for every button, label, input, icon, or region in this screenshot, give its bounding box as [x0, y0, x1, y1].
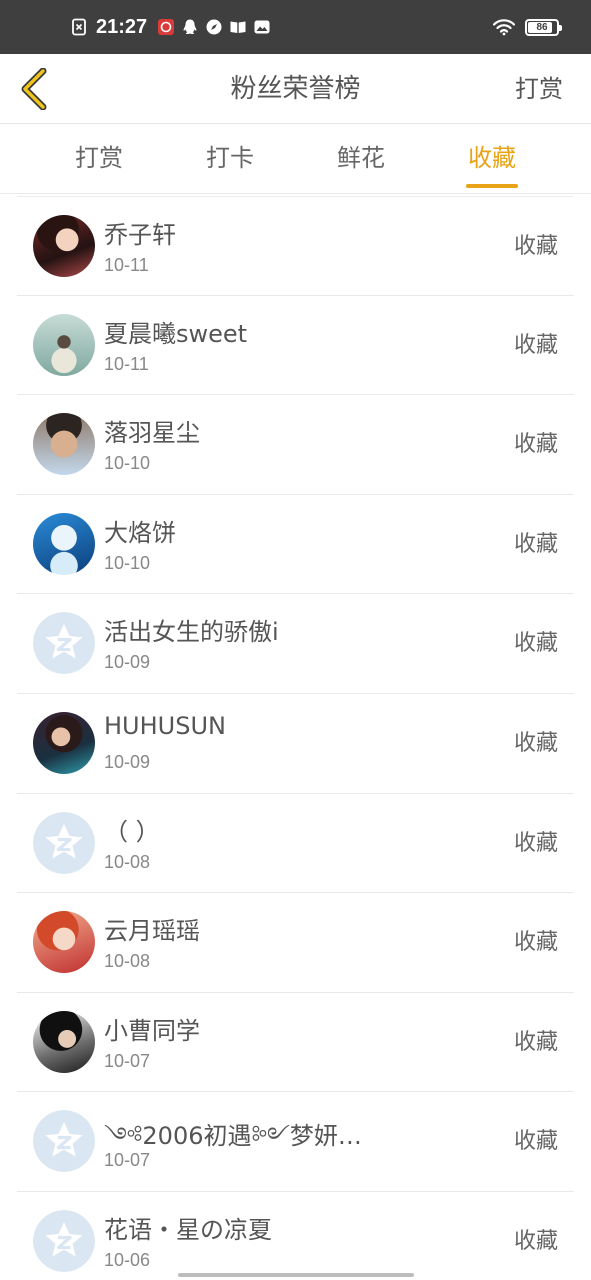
fan-action-type: 收藏 [513, 332, 558, 358]
tab-bar: 打赏 打卡 鲜花 收藏 [0, 124, 591, 194]
tab-label: 打卡 [206, 144, 254, 172]
fan-action-type: 收藏 [513, 432, 558, 458]
default-avatar-icon [33, 1209, 95, 1272]
fan-action-type: 收藏 [513, 730, 558, 756]
avatar[interactable] [33, 1010, 95, 1073]
fan-name: 花语・星の凉夏 [104, 1215, 272, 1244]
fan-date: 10-09 [104, 751, 151, 772]
list-item[interactable]: 花语・星の凉夏 10-06 收藏 [17, 1192, 574, 1280]
fan-date: 10-11 [104, 353, 149, 374]
list-item[interactable]: （ ） 10-08 收藏 [17, 794, 574, 894]
fan-date: 10-11 [104, 255, 149, 275]
avatar[interactable] [33, 313, 95, 376]
fan-name: 乔子轩 [104, 221, 176, 249]
fan-date: 10-08 [104, 951, 151, 972]
fan-name: 大烙饼 [104, 518, 176, 547]
status-bar: 21:27 86 [0, 0, 591, 54]
list-item[interactable]: 夏晨曦sweet 10-11 收藏 [17, 296, 574, 396]
tab-label: 鲜花 [337, 144, 385, 172]
avatar[interactable] [33, 512, 95, 575]
list-item[interactable]: HUHUSUN 10-09 收藏 [17, 694, 574, 794]
list-item[interactable]: 小曹同学 10-07 收藏 [17, 993, 574, 1093]
fan-date: 10-09 [104, 652, 151, 673]
sim-off-icon [72, 18, 86, 36]
status-bar-left: 21:27 [70, 0, 271, 54]
list-item[interactable]: 落羽星尘 10-10 收藏 [17, 395, 574, 495]
fan-name: 夏晨曦sweet [104, 319, 248, 348]
fan-action-type: 收藏 [513, 1228, 558, 1254]
list-item[interactable]: ༺2006初遇༻梦妍… 10-07 收藏 [17, 1092, 574, 1192]
fan-list: 乔子轩 10-11 收藏 夏晨曦sweet 10-11 收藏 落羽星尘 10-10 收藏 大烙饼 1… [0, 196, 591, 1280]
fan-name: 小曹同学 [104, 1016, 200, 1045]
fan-action-type: 收藏 [513, 1129, 558, 1155]
tab-label: 打赏 [75, 144, 123, 172]
avatar[interactable] [33, 911, 95, 974]
fan-date: 10-07 [104, 1150, 151, 1171]
tab-flowers[interactable]: 鲜花 [335, 124, 387, 194]
fan-name: （ ） [104, 817, 160, 846]
default-avatar-icon [33, 612, 95, 675]
fan-name: 落羽星尘 [104, 419, 200, 448]
battery-level: 86 [536, 21, 548, 33]
tab-checkin[interactable]: 打卡 [204, 124, 256, 194]
fan-date: 10-10 [104, 453, 151, 474]
status-time: 21:27 [96, 15, 148, 38]
avatar[interactable] [33, 1209, 95, 1272]
fan-name: HUHUSUN [104, 711, 226, 740]
image-icon [254, 20, 270, 34]
fan-name: 活出女生的骄傲i [104, 618, 279, 647]
qq-icon [183, 19, 197, 35]
fan-action-type: 收藏 [513, 631, 558, 657]
avatar[interactable] [33, 612, 95, 675]
avatar[interactable] [33, 811, 95, 874]
active-tab-indicator [466, 184, 518, 188]
tab-favorites[interactable]: 收藏 [466, 124, 518, 194]
avatar[interactable] [33, 1110, 95, 1173]
list-item[interactable]: 活出女生的骄傲i 10-09 收藏 [17, 594, 574, 694]
avatar[interactable] [33, 215, 95, 277]
reward-button[interactable]: 打赏 [515, 54, 563, 124]
fan-action-type: 收藏 [513, 531, 558, 557]
fan-action-type: 收藏 [513, 830, 558, 856]
fan-name: 云月瑶瑶 [104, 917, 200, 946]
avatar[interactable] [33, 711, 95, 774]
app-notify-icon [158, 19, 175, 35]
page-title: 粉丝荣誉榜 [230, 74, 361, 104]
list-item[interactable]: 云月瑶瑶 10-08 收藏 [17, 893, 574, 993]
title-bar: 粉丝荣誉榜 打赏 [0, 54, 591, 124]
fan-date: 10-06 [104, 1249, 151, 1270]
default-avatar-icon [33, 811, 95, 874]
book-icon [230, 21, 246, 33]
fan-action-type: 收藏 [513, 930, 558, 956]
list-item[interactable]: 乔子轩 10-11 收藏 [17, 196, 574, 296]
fan-action-type: 收藏 [513, 234, 558, 259]
battery-icon: 86 [525, 18, 562, 36]
wifi-icon [493, 19, 515, 36]
home-indicator [178, 1273, 414, 1277]
tab-label: 收藏 [468, 144, 516, 172]
status-bar-right: 86 [493, 0, 562, 54]
fan-date: 10-10 [104, 552, 151, 573]
fan-date: 10-07 [104, 1050, 151, 1071]
compass-icon [206, 19, 222, 35]
default-avatar-icon [33, 1110, 95, 1173]
list-item[interactable]: 大烙饼 10-10 收藏 [17, 495, 574, 595]
avatar[interactable] [33, 413, 95, 476]
fan-action-type: 收藏 [513, 1029, 558, 1055]
tab-reward[interactable]: 打赏 [73, 124, 125, 194]
fan-date: 10-08 [104, 851, 151, 872]
